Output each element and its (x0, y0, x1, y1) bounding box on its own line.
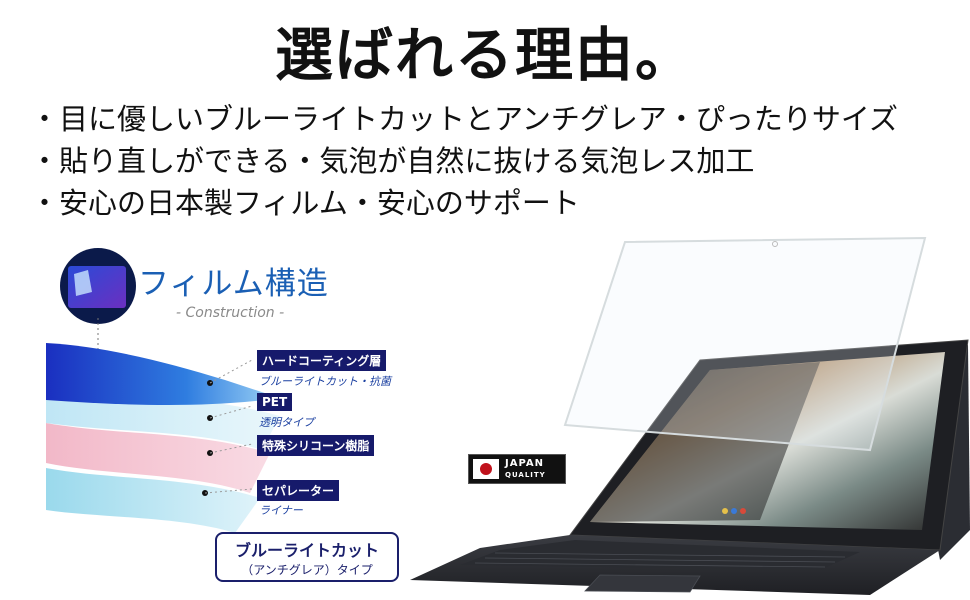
badge-line1: JAPAN (505, 458, 544, 469)
headline: 選ばれる理由。 (274, 21, 695, 89)
layer-label: 特殊シリコーン樹脂 (257, 435, 375, 456)
feature-item: ・貼り直しができる・気泡が自然に抜ける気泡レス加工 (30, 144, 755, 178)
layer-description: 透明タイプ (259, 416, 314, 429)
badge-line2: QUALITY (505, 471, 546, 479)
product-type-sub: （アンチグレア）タイプ (241, 563, 373, 577)
tablet-device-illustration (410, 236, 970, 595)
feature-item: ・安心の日本製フィルム・安心のサポート (30, 186, 580, 220)
feature-list: ・目に優しいブルーライトカットとアンチグレア・ぴったりサイズ ・貼り直しができる… (30, 98, 898, 224)
product-type-box: ブルーライトカット （アンチグレア）タイプ (215, 532, 399, 582)
feature-item: ・目に優しいブルーライトカットとアンチグレア・ぴったりサイズ (30, 102, 898, 136)
diagram-title: フィルム構造 (138, 266, 329, 302)
layer-label: セパレーター (257, 480, 340, 501)
protective-film (563, 236, 927, 452)
japan-flag-icon (473, 459, 499, 479)
product-type-main: ブルーライトカット (234, 541, 379, 560)
layer-label: PET (257, 393, 293, 411)
japan-quality-badge: JAPAN QUALITY (468, 454, 566, 484)
diagram-subtitle: - Construction - (176, 305, 285, 321)
layer-description: ブルーライトカット・抗菌 (259, 375, 391, 388)
film-structure-diagram: フィルム構造 - Construction - ハードコーティング層 ブルーライ… (40, 248, 440, 593)
layer-description: ライナー (259, 504, 303, 517)
layer-label: ハードコーティング層 (257, 350, 387, 371)
